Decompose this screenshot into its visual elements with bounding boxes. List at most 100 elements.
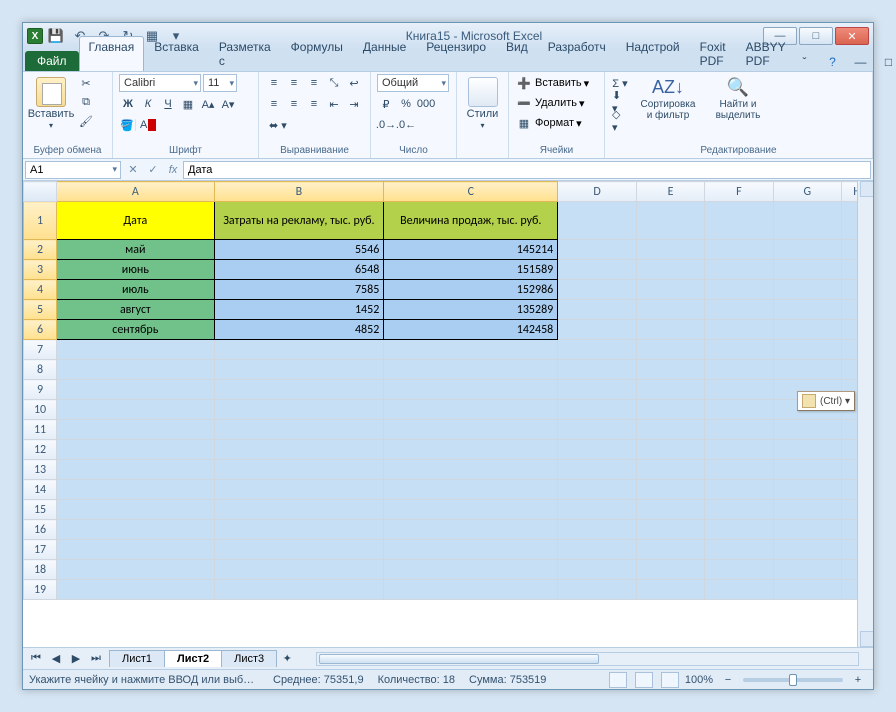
cell-F6[interactable] (705, 320, 773, 340)
cell-F3[interactable] (705, 260, 773, 280)
cell-D2[interactable] (558, 240, 637, 260)
increase-decimal-icon[interactable]: .0→ (377, 116, 395, 134)
cell-C3[interactable]: 151589 (384, 260, 558, 280)
zoom-slider[interactable] (743, 678, 843, 682)
cell-G5[interactable] (773, 300, 841, 320)
cell-E1[interactable] (636, 202, 704, 240)
column-header-F[interactable]: F (705, 182, 773, 202)
cell-C8[interactable] (384, 360, 558, 380)
cell-C5[interactable]: 135289 (384, 300, 558, 320)
cell-F12[interactable] (705, 440, 773, 460)
cell-F1[interactable] (705, 202, 773, 240)
copy-icon[interactable]: ⧉ (77, 93, 95, 111)
select-all-cell[interactable] (24, 182, 57, 202)
close-button[interactable]: ✕ (835, 27, 869, 45)
cell-E2[interactable] (636, 240, 704, 260)
column-header-C[interactable]: C (384, 182, 558, 202)
cell-A14[interactable] (57, 480, 214, 500)
cell-D17[interactable] (558, 540, 637, 560)
cell-C15[interactable] (384, 500, 558, 520)
ribbon-tab-вид[interactable]: Вид (496, 36, 538, 71)
column-header-G[interactable]: G (773, 182, 841, 202)
cell-G3[interactable] (773, 260, 841, 280)
currency-icon[interactable]: ₽ (377, 95, 395, 113)
column-header-A[interactable]: A (57, 182, 214, 202)
cell-F9[interactable] (705, 380, 773, 400)
shrink-font-icon[interactable]: A▾ (219, 95, 237, 113)
cell-B12[interactable] (214, 440, 384, 460)
align-top-icon[interactable]: ≡ (265, 74, 283, 92)
cell-D18[interactable] (558, 560, 637, 580)
cells-delete-button[interactable]: ➖Удалить ▾ (515, 94, 585, 112)
column-header-E[interactable]: E (636, 182, 704, 202)
cell-D11[interactable] (558, 420, 637, 440)
cell-D16[interactable] (558, 520, 637, 540)
cell-G2[interactable] (773, 240, 841, 260)
cell-D1[interactable] (558, 202, 637, 240)
row-header-13[interactable]: 13 (24, 460, 57, 480)
row-header-17[interactable]: 17 (24, 540, 57, 560)
name-box[interactable]: A1 (25, 161, 121, 179)
tab-last-icon[interactable]: ⏭ (87, 650, 105, 668)
sort-filter-button[interactable]: AZ↓ Сортировка и фильтр (635, 74, 701, 121)
bold-button[interactable]: Ж (119, 95, 137, 113)
doc-minimize-icon[interactable]: — (851, 53, 869, 71)
align-bottom-icon[interactable]: ≡ (305, 74, 323, 92)
ribbon-minimize-icon[interactable]: ˇ (795, 53, 813, 71)
find-select-button[interactable]: 🔍 Найти и выделить (707, 74, 769, 121)
align-center-icon[interactable]: ≡ (285, 95, 303, 113)
help-icon[interactable]: ? (823, 53, 841, 71)
ribbon-tab-foxit pdf[interactable]: Foxit PDF (690, 36, 736, 71)
cell-E19[interactable] (636, 580, 704, 600)
ribbon-tab-формулы[interactable]: Формулы (281, 36, 353, 71)
cell-E9[interactable] (636, 380, 704, 400)
cell-F14[interactable] (705, 480, 773, 500)
cell-E17[interactable] (636, 540, 704, 560)
orientation-icon[interactable]: ⤡ (325, 74, 343, 92)
cell-C18[interactable] (384, 560, 558, 580)
cell-E6[interactable] (636, 320, 704, 340)
cell-grid[interactable]: ABCDEFGH 1ДатаЗатраты на рекламу, тыс. р… (23, 181, 873, 600)
cell-E12[interactable] (636, 440, 704, 460)
styles-button[interactable]: Стили ▾ (463, 74, 502, 130)
cell-C4[interactable]: 152986 (384, 280, 558, 300)
cell-G17[interactable] (773, 540, 841, 560)
cell-E7[interactable] (636, 340, 704, 360)
comma-icon[interactable]: 000 (417, 95, 435, 113)
column-header-B[interactable]: B (214, 182, 384, 202)
zoom-in-icon[interactable]: + (849, 671, 867, 689)
cell-G11[interactable] (773, 420, 841, 440)
cancel-formula-icon[interactable]: ✕ (123, 163, 143, 176)
cell-B14[interactable] (214, 480, 384, 500)
cell-F19[interactable] (705, 580, 773, 600)
cell-C10[interactable] (384, 400, 558, 420)
row-header-11[interactable]: 11 (24, 420, 57, 440)
row-header-6[interactable]: 6 (24, 320, 57, 340)
fill-color-button[interactable]: 🪣 (119, 116, 137, 134)
cell-G1[interactable] (773, 202, 841, 240)
cell-B2[interactable]: 5546 (214, 240, 384, 260)
cell-A1[interactable]: Дата (57, 202, 214, 240)
ribbon-tab-рецензиро[interactable]: Рецензиро (416, 36, 496, 71)
font-color-button[interactable]: A (139, 116, 157, 134)
cell-E14[interactable] (636, 480, 704, 500)
border-button[interactable]: ▦ (179, 95, 197, 113)
cell-E5[interactable] (636, 300, 704, 320)
ribbon-tab-данные[interactable]: Данные (353, 36, 416, 71)
cell-B19[interactable] (214, 580, 384, 600)
cell-A6[interactable]: сентябрь (57, 320, 214, 340)
decrease-indent-icon[interactable]: ⇤ (325, 95, 343, 113)
cell-E16[interactable] (636, 520, 704, 540)
row-header-12[interactable]: 12 (24, 440, 57, 460)
cell-A12[interactable] (57, 440, 214, 460)
cell-D4[interactable] (558, 280, 637, 300)
tab-first-icon[interactable]: ⏮ (27, 650, 45, 668)
cell-E13[interactable] (636, 460, 704, 480)
cell-D3[interactable] (558, 260, 637, 280)
font-name-combo[interactable]: Calibri (119, 74, 201, 92)
save-icon[interactable]: 💾 (47, 27, 65, 45)
cell-F18[interactable] (705, 560, 773, 580)
vertical-scrollbar[interactable] (857, 181, 873, 647)
cell-F2[interactable] (705, 240, 773, 260)
cell-F8[interactable] (705, 360, 773, 380)
